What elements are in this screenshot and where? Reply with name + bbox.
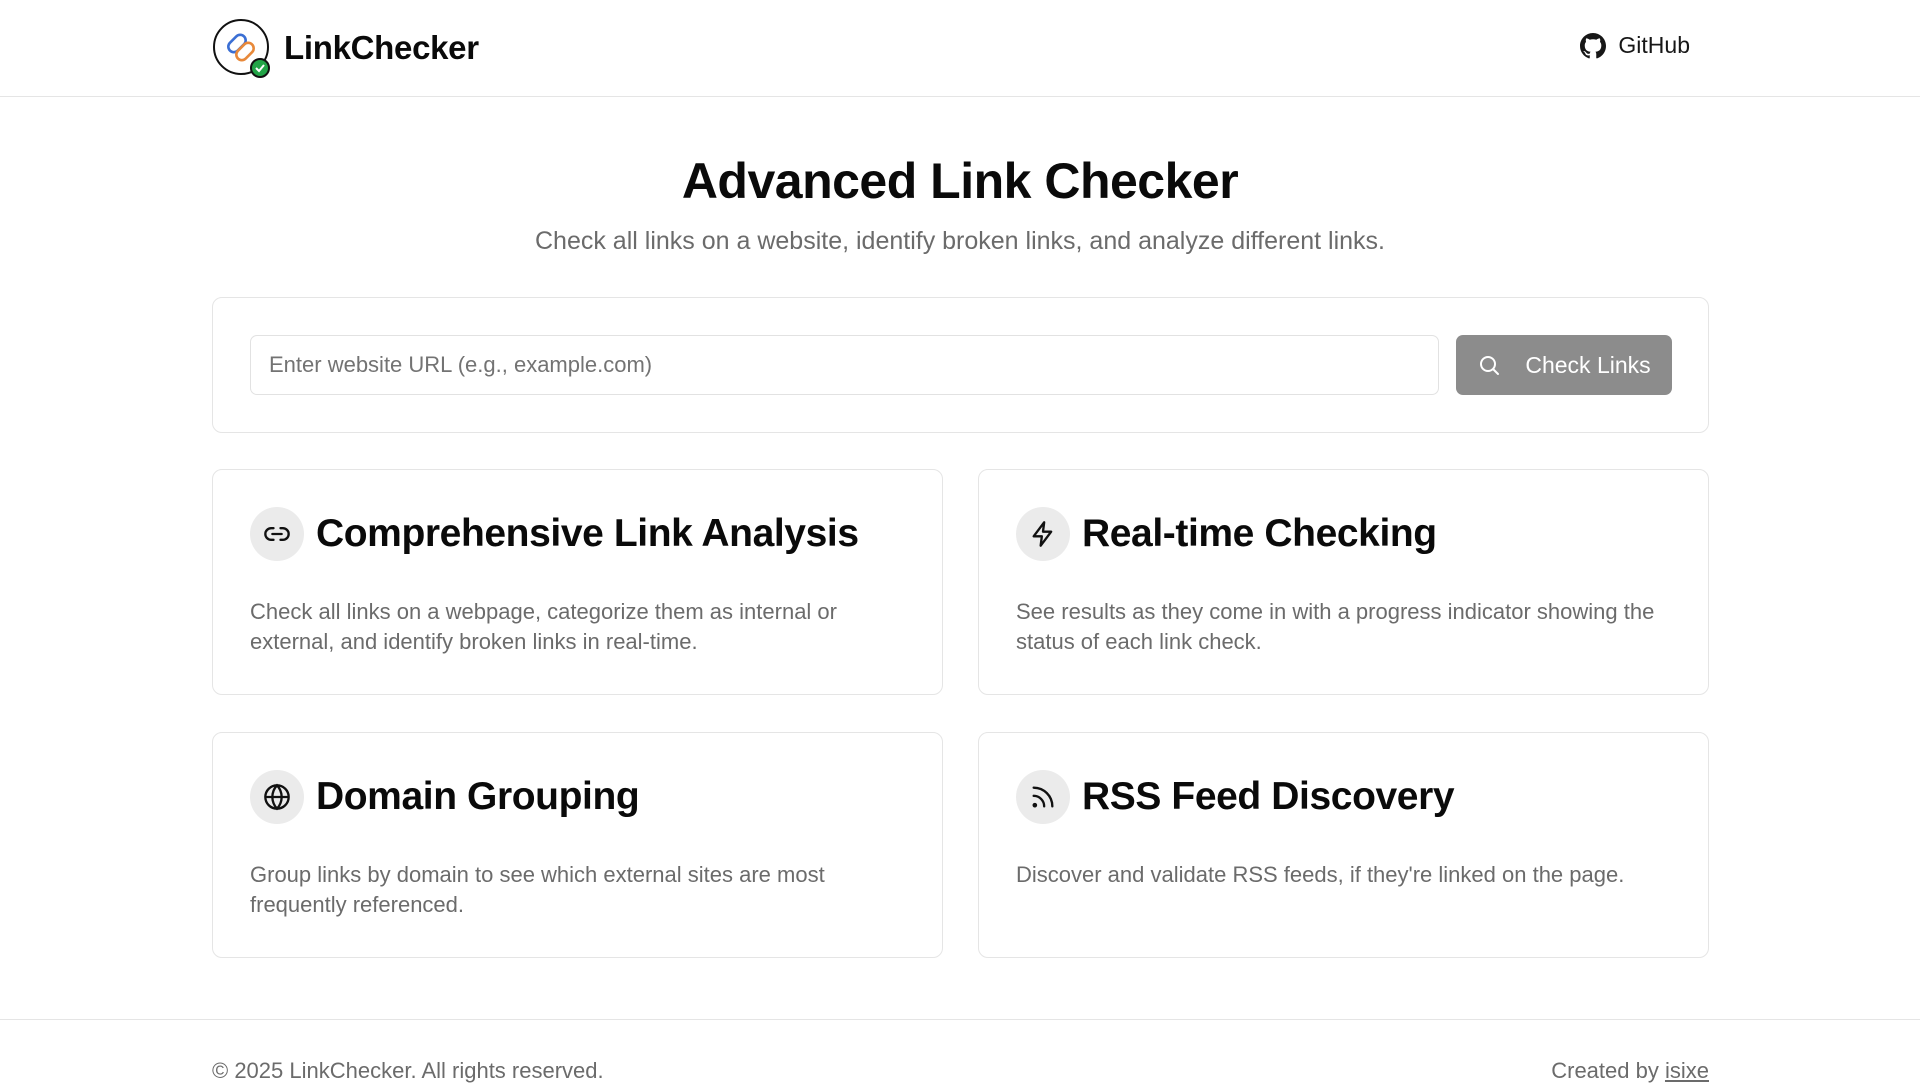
feature-description: Discover and validate RSS feeds, if they… <box>1016 862 1625 887</box>
url-search-card: Check Links <box>212 297 1709 433</box>
feature-card-domain-grouping: Domain Grouping Group links by domain to… <box>212 732 943 958</box>
feature-title: Domain Grouping <box>316 775 640 818</box>
link-icon <box>250 507 304 561</box>
site-header: LinkChecker GitHub <box>0 0 1920 97</box>
github-icon <box>1580 32 1607 58</box>
search-icon <box>1480 356 1500 375</box>
feature-card-link-analysis: Comprehensive Link Analysis Check all li… <box>212 469 943 695</box>
feature-title: Comprehensive Link Analysis <box>316 512 859 555</box>
feature-description: Check all links on a webpage, categorize… <box>250 599 837 654</box>
feature-description: See results as they come in with a progr… <box>1016 599 1655 654</box>
site-footer: © 2025 LinkChecker. All rights reserved.… <box>0 1019 1920 1088</box>
feature-description: Group links by domain to see which exter… <box>250 862 825 917</box>
page-subtitle: Check all links on a website, identify b… <box>535 227 1385 255</box>
feature-title: Real-time Checking <box>1082 512 1437 555</box>
author-link[interactable]: isixe <box>1665 1058 1709 1083</box>
github-link[interactable]: GitHub <box>1580 32 1690 59</box>
brand-home-link[interactable]: LinkChecker <box>212 18 479 78</box>
check-links-label: Check Links <box>1525 351 1651 378</box>
feature-title: RSS Feed Discovery <box>1082 775 1455 818</box>
copyright-text: © 2025 LinkChecker. All rights reserved. <box>212 1058 604 1083</box>
feature-card-rss-discovery: RSS Feed Discovery Discover and validate… <box>978 732 1709 958</box>
github-label: GitHub <box>1618 32 1690 58</box>
link-checker-logo-icon <box>212 18 272 78</box>
credit-text: Created by isixe <box>1551 1058 1709 1084</box>
feature-card-realtime: Real-time Checking See results as they c… <box>978 469 1709 695</box>
credit-prefix: Created by <box>1551 1058 1659 1083</box>
rss-icon <box>1016 770 1070 824</box>
url-input[interactable] <box>250 335 1439 395</box>
lightning-icon <box>1016 507 1070 561</box>
page-title: Advanced Link Checker <box>681 153 1239 209</box>
globe-icon <box>250 770 304 824</box>
check-links-button[interactable]: Check Links <box>1456 335 1672 395</box>
brand-name: LinkChecker <box>284 29 479 66</box>
